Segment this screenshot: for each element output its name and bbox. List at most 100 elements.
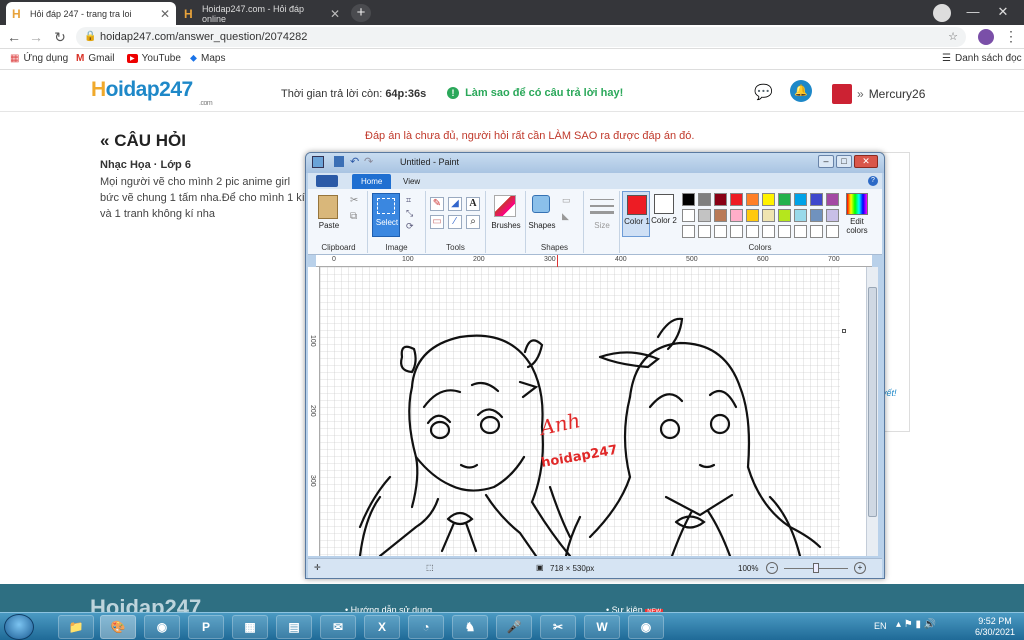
zoom-in-button[interactable]: +: [854, 562, 866, 574]
zoom-slider-thumb[interactable]: [813, 563, 819, 573]
bookmark-star-icon[interactable]: ☆: [948, 27, 958, 47]
new-tab-button[interactable]: +: [351, 4, 371, 22]
palette-swatch[interactable]: [698, 225, 711, 238]
tab-hoidap-answer[interactable]: H Hỏi đáp 247 - trang tra loi ✕: [6, 2, 176, 25]
redo-icon[interactable]: ↷: [364, 155, 373, 168]
palette-swatch[interactable]: [810, 209, 823, 222]
select-button[interactable]: Select: [372, 193, 400, 237]
tab-view[interactable]: View: [394, 174, 429, 189]
scrollbar-thumb[interactable]: [868, 287, 877, 517]
language-indicator[interactable]: EN: [874, 621, 887, 631]
palette-swatch[interactable]: [762, 225, 775, 238]
answer-tip-link[interactable]: ! Làm sao để có câu trả lời hay!: [447, 87, 623, 99]
tab-hoidap-home[interactable]: H Hoidap247.com - Hỏi đáp online ✕: [178, 2, 346, 25]
outline-icon[interactable]: ▭: [562, 195, 571, 206]
fill-icon[interactable]: ◢: [448, 197, 462, 211]
copy-icon[interactable]: ⧉: [350, 211, 357, 222]
app-icon[interactable]: ▦: [232, 615, 268, 639]
paint-menu-button[interactable]: [316, 175, 338, 187]
resize-icon[interactable]: ⤡: [406, 208, 413, 219]
palette-swatch[interactable]: [730, 209, 743, 222]
save-icon[interactable]: [334, 156, 344, 167]
palette-swatch[interactable]: [794, 193, 807, 206]
calculator-icon[interactable]: ▤: [276, 615, 312, 639]
palette-swatch[interactable]: [714, 225, 727, 238]
mail-icon[interactable]: ✉: [320, 615, 356, 639]
bookmark-maps[interactable]: ⬥ Maps: [190, 53, 225, 64]
palette-swatch[interactable]: [778, 209, 791, 222]
eraser-icon[interactable]: ▭: [430, 215, 444, 229]
palette-swatch[interactable]: [682, 225, 695, 238]
chrome-icon[interactable]: ◉: [144, 615, 180, 639]
game-icon[interactable]: ♞: [452, 615, 488, 639]
bookmark-apps[interactable]: ▦ Ứng dụng: [10, 53, 68, 64]
size-button[interactable]: Size: [584, 221, 620, 230]
shapes-button[interactable]: Shapes: [526, 221, 558, 230]
forward-arrow-icon[interactable]: →: [26, 29, 46, 45]
color-picker-icon[interactable]: ⁄: [448, 215, 462, 229]
url-field[interactable]: 🔒 hoidap247.com/answer_question/2074282 …: [76, 27, 966, 47]
palette-swatch[interactable]: [746, 193, 759, 206]
vertical-scrollbar[interactable]: [866, 267, 878, 556]
undo-icon[interactable]: ↶: [350, 155, 359, 168]
color2-button[interactable]: Color 2: [650, 191, 678, 237]
excel-icon[interactable]: X: [364, 615, 400, 639]
palette-swatch[interactable]: [762, 193, 775, 206]
chrome-window-icon[interactable]: ◉: [628, 615, 664, 639]
paste-button[interactable]: Paste: [312, 221, 346, 230]
palette-swatch[interactable]: [778, 193, 791, 206]
file-explorer-icon[interactable]: 📁: [58, 615, 94, 639]
reading-list[interactable]: ☰ Danh sách đọc: [942, 53, 1022, 64]
extension-icon[interactable]: [978, 29, 994, 45]
palette-swatch[interactable]: [762, 209, 775, 222]
brushes-button[interactable]: Brushes: [486, 221, 526, 230]
resize-handle[interactable]: [842, 329, 846, 333]
palette-swatch[interactable]: [746, 225, 759, 238]
minimize-button[interactable]: –: [818, 155, 834, 168]
reload-icon[interactable]: ↻: [50, 29, 70, 46]
rotate-icon[interactable]: ⟳: [406, 221, 414, 232]
palette-swatch[interactable]: [730, 225, 743, 238]
shape-fill-icon[interactable]: ◣: [562, 211, 569, 222]
back-arrow-icon[interactable]: ←: [4, 29, 24, 45]
system-clock[interactable]: 9:52 PM 6/30/2021: [970, 616, 1020, 638]
palette-swatch[interactable]: [746, 209, 759, 222]
text-icon[interactable]: A: [466, 197, 480, 211]
palette-swatch[interactable]: [778, 225, 791, 238]
paste-icon[interactable]: [318, 195, 338, 219]
media-icon[interactable]: ◔: [408, 615, 444, 639]
palette-swatch[interactable]: [826, 193, 839, 206]
tab-home[interactable]: Home: [352, 174, 392, 189]
pencil-icon[interactable]: ✎: [430, 197, 444, 211]
palette-swatch[interactable]: [810, 225, 823, 238]
edit-colors-icon[interactable]: [846, 193, 868, 215]
notification-bell-icon[interactable]: 🔔: [790, 80, 812, 102]
close-tab-icon[interactable]: ✕: [330, 7, 340, 21]
start-button[interactable]: [4, 614, 34, 640]
menu-dots-icon[interactable]: ⋮: [1004, 28, 1018, 45]
snipping-icon[interactable]: ✂: [540, 615, 576, 639]
magnifier-icon[interactable]: ⌕: [466, 215, 480, 229]
color1-button[interactable]: Color 1: [622, 191, 650, 237]
maximize-button[interactable]: □: [836, 155, 852, 168]
brush-icon[interactable]: [494, 195, 516, 217]
palette-swatch[interactable]: [682, 193, 695, 206]
zoom-out-button[interactable]: −: [766, 562, 778, 574]
bookmark-youtube[interactable]: ▶ YouTube: [127, 53, 181, 64]
site-logo[interactable]: Hoidap247 .com: [91, 78, 213, 107]
close-tab-icon[interactable]: ✕: [160, 7, 170, 21]
word-icon[interactable]: W: [584, 615, 620, 639]
crop-icon[interactable]: ⌗: [406, 195, 411, 206]
palette-swatch[interactable]: [794, 225, 807, 238]
palette-swatch[interactable]: [810, 193, 823, 206]
palette-swatch[interactable]: [698, 209, 711, 222]
palette-swatch[interactable]: [730, 193, 743, 206]
palette-swatch[interactable]: [826, 225, 839, 238]
palette-swatch[interactable]: [682, 209, 695, 222]
paint-taskbar-icon[interactable]: 🎨: [100, 615, 136, 639]
paint-canvas[interactable]: Anh hoidap247: [320, 267, 840, 556]
help-icon[interactable]: ?: [868, 176, 878, 186]
edit-colors-button[interactable]: Edit colors: [840, 217, 874, 235]
profile-circle-icon[interactable]: [933, 4, 951, 22]
palette-swatch[interactable]: [794, 209, 807, 222]
